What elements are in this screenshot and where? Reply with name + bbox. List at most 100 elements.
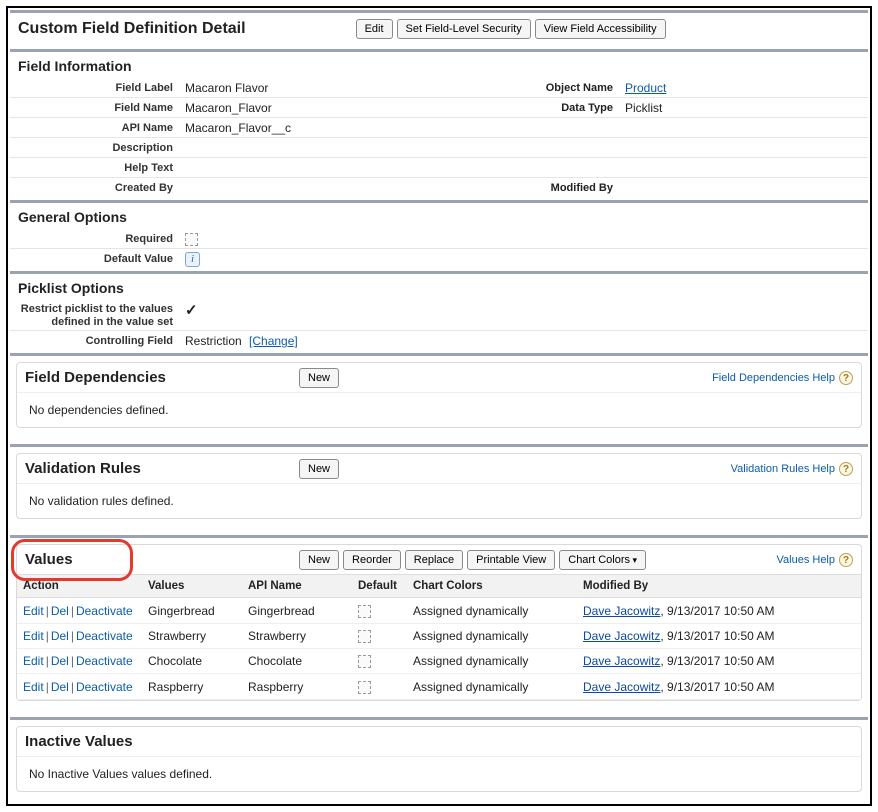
inactive-values-empty: No Inactive Values values defined. xyxy=(17,756,861,791)
field-information-section: Field Information Field Label Macaron Fl… xyxy=(10,49,868,198)
default-checkbox-icon xyxy=(358,655,371,668)
label-controlling-field: Controlling Field xyxy=(10,335,185,347)
label-default-value: Default Value xyxy=(10,253,185,265)
object-name-link[interactable]: Product xyxy=(625,81,666,95)
modified-at: , 9/13/2017 10:50 AM xyxy=(660,654,774,668)
label-required: Required xyxy=(10,233,185,245)
value-field-name: Macaron_Flavor xyxy=(185,101,485,115)
label-help-text: Help Text xyxy=(10,162,185,174)
deactivate-link[interactable]: Deactivate xyxy=(76,654,133,668)
values-help-link[interactable]: Values Help xyxy=(777,554,836,566)
cell-modified-by: Dave Jacowitz, 9/13/2017 10:50 AM xyxy=(577,623,861,648)
default-checkbox-icon xyxy=(358,681,371,694)
del-link[interactable]: Del xyxy=(51,604,69,618)
table-row: Edit|Del|DeactivateRaspberryRaspberryAss… xyxy=(17,674,861,699)
page-header: Custom Field Definition Detail Edit Set … xyxy=(10,10,868,47)
edit-link[interactable]: Edit xyxy=(23,654,44,668)
label-data-type: Data Type xyxy=(485,102,625,114)
validation-rules-section: Validation Rules New Validation Rules He… xyxy=(10,444,868,533)
values-printable-view-button[interactable]: Printable View xyxy=(467,550,555,570)
values-replace-button[interactable]: Replace xyxy=(405,550,463,570)
cell-modified-by: Dave Jacowitz, 9/13/2017 10:50 AM xyxy=(577,598,861,623)
help-icon[interactable]: ? xyxy=(839,553,853,567)
del-link[interactable]: Del xyxy=(51,680,69,694)
cell-chart-colors: Assigned dynamically xyxy=(407,598,577,623)
cell-default xyxy=(352,674,407,699)
label-field-name: Field Name xyxy=(10,102,185,114)
label-object-name: Object Name xyxy=(485,82,625,94)
cell-modified-by: Dave Jacowitz, 9/13/2017 10:50 AM xyxy=(577,649,861,674)
values-chart-colors-dropdown[interactable]: Chart Colors xyxy=(559,550,646,570)
checkmark-icon: ✓ xyxy=(185,302,198,319)
page-title: Custom Field Definition Detail xyxy=(18,20,246,38)
picklist-options-heading: Picklist Options xyxy=(10,274,868,300)
table-row: Edit|Del|DeactivateGingerbreadGingerbrea… xyxy=(17,598,861,623)
table-row: Edit|Del|DeactivateStrawberryStrawberryA… xyxy=(17,623,861,648)
cell-value: Strawberry xyxy=(142,623,242,648)
edit-button[interactable]: Edit xyxy=(356,19,393,39)
label-modified-by: Modified By xyxy=(485,182,625,194)
help-icon[interactable]: ? xyxy=(839,371,853,385)
modified-by-link[interactable]: Dave Jacowitz xyxy=(583,680,660,694)
edit-link[interactable]: Edit xyxy=(23,629,44,643)
info-icon[interactable]: i xyxy=(185,252,200,267)
value-data-type: Picklist xyxy=(625,101,775,115)
value-controlling-field: Restriction xyxy=(185,334,242,348)
header-button-row: Edit Set Field-Level Security View Field… xyxy=(356,19,666,39)
deactivate-link[interactable]: Deactivate xyxy=(76,629,133,643)
cell-value: Raspberry xyxy=(142,674,242,699)
field-dependencies-help-link[interactable]: Field Dependencies Help xyxy=(712,372,835,384)
value-field-label: Macaron Flavor xyxy=(185,81,485,95)
cell-modified-by: Dave Jacowitz, 9/13/2017 10:50 AM xyxy=(577,674,861,699)
general-options-section: General Options Required Default Value i xyxy=(10,200,868,269)
cell-api-name: Raspberry xyxy=(242,674,352,699)
validation-rules-help-link[interactable]: Validation Rules Help xyxy=(731,463,835,475)
default-checkbox-icon xyxy=(358,630,371,643)
del-link[interactable]: Del xyxy=(51,654,69,668)
col-chart-colors: Chart Colors xyxy=(407,575,577,598)
inactive-values-section: Inactive Values No Inactive Values value… xyxy=(10,717,868,800)
edit-link[interactable]: Edit xyxy=(23,680,44,694)
field-dependencies-empty: No dependencies defined. xyxy=(17,392,861,427)
col-values: Values xyxy=(142,575,242,598)
label-created-by: Created By xyxy=(10,182,185,194)
change-link[interactable]: [Change] xyxy=(249,334,298,348)
modified-by-link[interactable]: Dave Jacowitz xyxy=(583,654,660,668)
field-information-heading: Field Information xyxy=(10,52,868,78)
label-restrict-picklist: Restrict picklist to the values defined … xyxy=(10,301,185,329)
required-checkbox-icon xyxy=(185,233,198,246)
col-default: Default xyxy=(352,575,407,598)
view-field-accessibility-button[interactable]: View Field Accessibility xyxy=(535,19,666,39)
modified-at: , 9/13/2017 10:50 AM xyxy=(660,680,774,694)
field-dependencies-new-button[interactable]: New xyxy=(299,368,339,388)
deactivate-link[interactable]: Deactivate xyxy=(76,604,133,618)
help-icon[interactable]: ? xyxy=(839,462,853,476)
validation-rules-new-button[interactable]: New xyxy=(299,459,339,479)
values-new-button[interactable]: New xyxy=(299,550,339,570)
cell-default xyxy=(352,623,407,648)
modified-by-link[interactable]: Dave Jacowitz xyxy=(583,604,660,618)
values-heading: Values xyxy=(25,551,73,568)
modified-by-link[interactable]: Dave Jacowitz xyxy=(583,629,660,643)
field-dependencies-section: Field Dependencies New Field Dependencie… xyxy=(10,353,868,442)
cell-chart-colors: Assigned dynamically xyxy=(407,623,577,648)
set-fls-button[interactable]: Set Field-Level Security xyxy=(397,19,531,39)
value-api-name: Macaron_Flavor__c xyxy=(185,121,868,135)
field-dependencies-heading: Field Dependencies xyxy=(25,369,166,386)
cell-value: Gingerbread xyxy=(142,598,242,623)
picklist-options-section: Picklist Options Restrict picklist to th… xyxy=(10,271,868,351)
cell-default xyxy=(352,649,407,674)
cell-default xyxy=(352,598,407,623)
modified-at: , 9/13/2017 10:50 AM xyxy=(660,629,774,643)
default-checkbox-icon xyxy=(358,605,371,618)
table-row: Edit|Del|DeactivateChocolateChocolateAss… xyxy=(17,649,861,674)
values-reorder-button[interactable]: Reorder xyxy=(343,550,401,570)
del-link[interactable]: Del xyxy=(51,629,69,643)
general-options-heading: General Options xyxy=(10,203,868,229)
cell-value: Chocolate xyxy=(142,649,242,674)
cell-chart-colors: Assigned dynamically xyxy=(407,649,577,674)
validation-rules-empty: No validation rules defined. xyxy=(17,483,861,518)
values-section: Values New Reorder Replace Printable Vie… xyxy=(10,535,868,714)
deactivate-link[interactable]: Deactivate xyxy=(76,680,133,694)
edit-link[interactable]: Edit xyxy=(23,604,44,618)
